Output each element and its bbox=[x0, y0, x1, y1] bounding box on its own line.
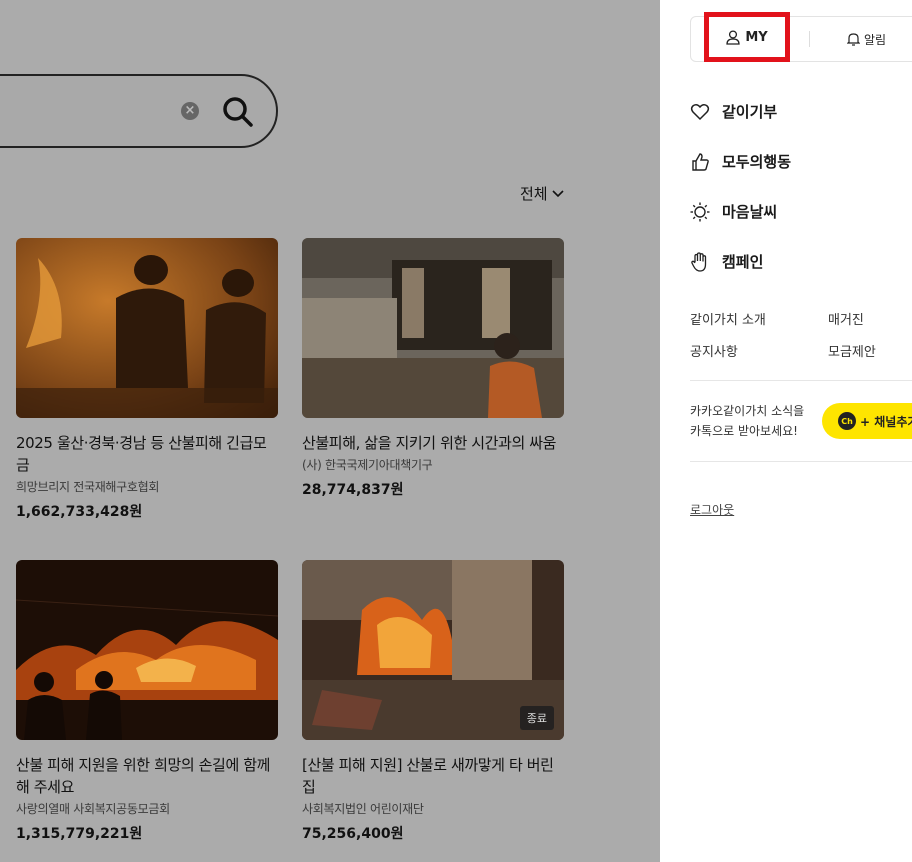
campaign-image: 종료 bbox=[302, 560, 564, 740]
link-notice[interactable]: 공지사항 bbox=[690, 341, 738, 360]
campaign-image bbox=[302, 238, 564, 418]
side-drawer: MY 알림 같이기부 모두의행동 마음날씨 캠페인 같이가치 소개 매거진 공지… bbox=[660, 0, 912, 862]
status-badge: 종료 bbox=[519, 706, 554, 730]
kakao-channel-icon: Ch bbox=[838, 412, 856, 430]
menu-label: 같이기부 bbox=[722, 103, 778, 121]
my-label: MY bbox=[745, 29, 768, 45]
campaign-amount: 1,315,779,221원 bbox=[16, 826, 143, 842]
campaign-org: (사) 한국국제기아대책기구 bbox=[302, 458, 433, 472]
campaign-card[interactable]: 종료 [산불 피해 지원] 산불로 새까맣게 타 버린 집 사회복지법인 어린이… bbox=[302, 560, 564, 843]
sun-icon bbox=[690, 202, 710, 221]
campaign-amount: 75,256,400원 bbox=[302, 826, 404, 842]
menu-label: 모두의행동 bbox=[722, 153, 792, 171]
alarm-button[interactable]: 알림 bbox=[847, 17, 886, 61]
menu-item-together-donate[interactable]: 같이기부 bbox=[690, 101, 777, 122]
drawer-top-bar: MY 알림 bbox=[690, 12, 912, 62]
my-button[interactable]: MY bbox=[704, 12, 790, 62]
hand-icon bbox=[691, 251, 707, 272]
divider bbox=[690, 461, 912, 462]
menu-label: 캠페인 bbox=[722, 253, 764, 271]
dimmed-page: × 전체 2025 울산·경북·경남 등 산불피해 긴급모금 희망브리지 전국재… bbox=[0, 0, 660, 862]
campaign-amount: 28,774,837원 bbox=[302, 482, 404, 498]
add-channel-label: + 채널추가 bbox=[860, 414, 912, 429]
channel-promo-text: 카카오같이가치 소식을 카톡으로 받아보세요! bbox=[690, 404, 805, 438]
campaign-image bbox=[16, 238, 278, 418]
divider bbox=[809, 31, 810, 47]
campaign-card[interactable]: 산불피해, 삶을 지키기 위한 시간과의 싸움 (사) 한국국제기아대책기구 2… bbox=[302, 238, 564, 499]
search-input[interactable]: × bbox=[0, 74, 278, 148]
campaign-org: 사회복지법인 어린이재단 bbox=[302, 802, 424, 816]
logout-link[interactable]: 로그아웃 bbox=[690, 501, 734, 518]
campaign-org: 희망브리지 전국재해구호협회 bbox=[16, 480, 160, 494]
link-fundraising-proposal[interactable]: 모금제안 bbox=[828, 341, 876, 360]
menu-item-everyone-action[interactable]: 모두의행동 bbox=[690, 151, 791, 172]
campaign-image bbox=[16, 560, 278, 740]
chevron-down-icon bbox=[552, 189, 564, 197]
filter-label: 전체 bbox=[520, 185, 548, 203]
user-icon bbox=[726, 29, 740, 45]
heart-icon bbox=[690, 103, 710, 120]
divider bbox=[690, 380, 912, 381]
menu-label: 마음날씨 bbox=[722, 203, 778, 221]
campaign-title: 산불피해, 삶을 지키기 위한 시간과의 싸움 bbox=[302, 434, 557, 452]
bell-icon bbox=[847, 33, 860, 46]
campaign-org: 사랑의열매 사회복지공동모금회 bbox=[16, 802, 170, 816]
campaign-amount: 1,662,733,428원 bbox=[16, 504, 143, 520]
thumbs-up-icon bbox=[692, 152, 709, 171]
add-channel-button[interactable]: Ch + 채널추가 bbox=[822, 403, 912, 439]
clear-icon[interactable]: × bbox=[181, 102, 199, 120]
alarm-label: 알림 bbox=[864, 32, 887, 47]
campaign-card[interactable]: 2025 울산·경북·경남 등 산불피해 긴급모금 희망브리지 전국재해구호협회… bbox=[16, 238, 278, 521]
campaign-title: 산불 피해 지원을 위한 희망의 손길에 함께해 주세요 bbox=[16, 756, 271, 796]
link-magazine[interactable]: 매거진 bbox=[828, 309, 864, 328]
link-about[interactable]: 같이가치 소개 bbox=[690, 309, 766, 328]
search-icon[interactable] bbox=[220, 94, 256, 130]
campaign-title: 2025 울산·경북·경남 등 산불피해 긴급모금 bbox=[16, 434, 267, 474]
filter-dropdown[interactable]: 전체 bbox=[520, 183, 564, 204]
menu-item-mind-weather[interactable]: 마음날씨 bbox=[690, 201, 777, 222]
menu-item-campaign[interactable]: 캠페인 bbox=[690, 251, 763, 272]
campaign-card[interactable]: 산불 피해 지원을 위한 희망의 손길에 함께해 주세요 사랑의열매 사회복지공… bbox=[16, 560, 278, 843]
campaign-title: [산불 피해 지원] 산불로 새까맣게 타 버린 집 bbox=[302, 756, 554, 796]
